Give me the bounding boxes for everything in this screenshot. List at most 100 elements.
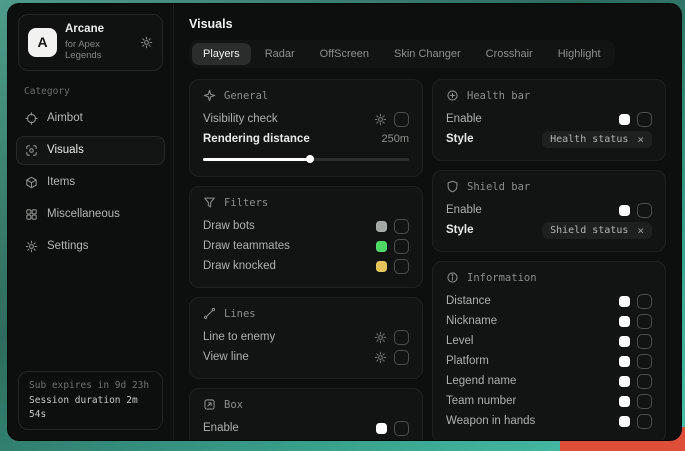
card-general: GeneralVisibility checkRendering distanc… — [189, 79, 423, 177]
card-header: Health bar — [446, 89, 652, 102]
clear-icon[interactable]: × — [637, 225, 644, 236]
tab-highlight[interactable]: Highlight — [547, 43, 612, 65]
slider-rendering-distance[interactable] — [203, 154, 409, 164]
checkbox[interactable] — [637, 374, 652, 389]
color-swatch[interactable] — [376, 241, 387, 252]
setting-label: Draw teammates — [203, 240, 290, 252]
row-controls — [374, 112, 409, 127]
setting-label: Style — [446, 224, 474, 236]
sidebar-item-label: Miscellaneous — [47, 208, 120, 220]
setting-row-style: StyleHealth status× — [446, 129, 652, 149]
setting-row-enable: Enable — [446, 200, 652, 220]
tab-crosshair[interactable]: Crosshair — [475, 43, 544, 65]
info-icon — [446, 271, 459, 284]
sidebar-item-visuals[interactable]: Visuals — [16, 136, 165, 165]
page-title: Visuals — [189, 17, 666, 31]
sidebar-nav: Aimbot Visuals Items Miscellaneous Settings — [8, 104, 173, 261]
gear-icon — [374, 331, 387, 344]
checkbox[interactable] — [637, 112, 652, 127]
color-swatch[interactable] — [619, 114, 630, 125]
sidebar-item-items[interactable]: Items — [16, 168, 165, 197]
cards-column-right: Health barEnableStyleHealth status×Shiel… — [432, 79, 666, 440]
setting-row-visibility-check: Visibility check — [203, 109, 409, 129]
setting-row-level: Level — [446, 331, 652, 351]
style-dropdown[interactable]: Health status× — [542, 131, 652, 148]
sidebar-item-label: Visuals — [47, 144, 84, 156]
checkbox[interactable] — [637, 314, 652, 329]
checkbox[interactable] — [394, 350, 409, 365]
color-swatch[interactable] — [619, 316, 630, 327]
color-swatch[interactable] — [619, 296, 630, 307]
health-icon — [446, 89, 459, 102]
color-swatch[interactable] — [619, 205, 630, 216]
row-controls — [374, 350, 409, 365]
color-swatch[interactable] — [376, 261, 387, 272]
checkbox[interactable] — [394, 259, 409, 274]
sidebar-item-miscellaneous[interactable]: Miscellaneous — [16, 200, 165, 229]
tab-players[interactable]: Players — [192, 43, 251, 65]
row-controls — [619, 374, 652, 389]
setting-value: 250m — [381, 133, 409, 145]
color-swatch[interactable] — [619, 396, 630, 407]
setting-label: Nickname — [446, 315, 497, 327]
clear-icon[interactable]: × — [637, 134, 644, 145]
setting-row-legend-name: Legend name — [446, 371, 652, 391]
card-title: Lines — [224, 308, 256, 320]
checkbox[interactable] — [637, 414, 652, 429]
color-swatch[interactable] — [376, 423, 387, 434]
color-swatch[interactable] — [619, 356, 630, 367]
checkbox[interactable] — [394, 239, 409, 254]
row-controls — [619, 394, 652, 409]
checkbox[interactable] — [637, 354, 652, 369]
card-title: Shield bar — [467, 181, 530, 193]
card-header: General — [203, 89, 409, 102]
gear-icon — [374, 113, 387, 126]
row-controls — [376, 259, 409, 274]
setting-label: Enable — [203, 422, 239, 434]
tab-bar: PlayersRadarOffScreenSkin ChangerCrossha… — [189, 40, 615, 68]
card-health-bar: Health bar Enable StyleHealth status× — [432, 79, 666, 161]
checkbox[interactable] — [394, 330, 409, 345]
checkbox[interactable] — [637, 394, 652, 409]
setting-row-platform: Platform — [446, 351, 652, 371]
tab-skin-changer[interactable]: Skin Changer — [383, 43, 472, 65]
setting-row-team-number: Team number — [446, 391, 652, 411]
color-swatch[interactable] — [619, 416, 630, 427]
setting-label: View line — [203, 351, 249, 363]
row-controls: Shield status× — [542, 222, 652, 239]
row-controls — [619, 294, 652, 309]
card-header: Shield bar — [446, 180, 652, 193]
row-controls — [619, 354, 652, 369]
setting-row-weapon-in-hands: Weapon in hands — [446, 411, 652, 431]
setting-row-style: Style Shield status× — [446, 220, 652, 240]
checkbox[interactable] — [637, 203, 652, 218]
checkbox[interactable] — [394, 219, 409, 234]
checkbox[interactable] — [394, 112, 409, 127]
checkbox[interactable] — [637, 334, 652, 349]
sidebar-item-aimbot[interactable]: Aimbot — [16, 104, 165, 133]
line-icon — [203, 307, 216, 320]
setting-label: Weapon in hands — [446, 415, 535, 427]
row-controls: Health status× — [542, 131, 652, 148]
row-controls — [619, 414, 652, 429]
checkbox[interactable] — [394, 421, 409, 436]
color-swatch[interactable] — [619, 376, 630, 387]
slider-handle[interactable] — [306, 155, 314, 163]
card-information: InformationDistanceNicknameLevelPlatform… — [432, 261, 666, 440]
setting-row-line-to-enemy: Line to enemy — [203, 327, 409, 347]
shield-icon — [446, 180, 459, 193]
sidebar-item-settings[interactable]: Settings — [16, 232, 165, 261]
sidebar-item-label: Settings — [47, 240, 89, 252]
color-swatch[interactable] — [376, 221, 387, 232]
sub-expires-text: Sub expires in 9d 23h — [29, 379, 152, 393]
checkbox[interactable] — [637, 294, 652, 309]
setting-label: Enable — [446, 113, 482, 125]
tab-offscreen[interactable]: OffScreen — [309, 43, 380, 65]
box-icon — [203, 398, 216, 411]
color-swatch[interactable] — [619, 336, 630, 347]
gear-icon[interactable] — [140, 36, 153, 49]
style-dropdown[interactable]: Shield status× — [542, 222, 652, 239]
tab-radar[interactable]: Radar — [254, 43, 306, 65]
card-title: Box — [224, 399, 243, 411]
row-controls — [374, 330, 409, 345]
